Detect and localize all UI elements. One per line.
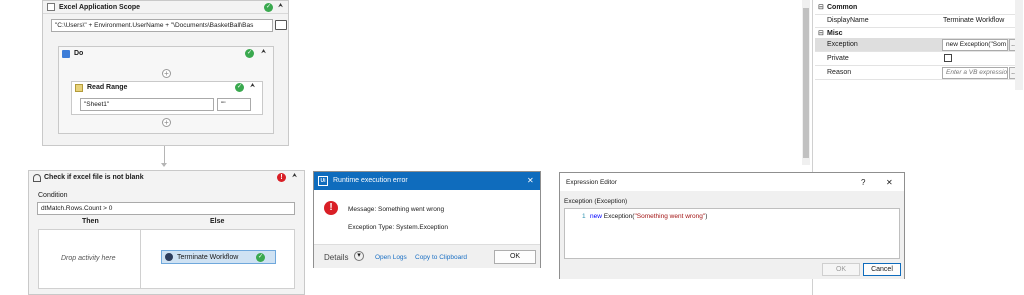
- read-range-icon: [75, 84, 83, 92]
- runtime-error-titlebar: Ui Runtime execution error ✕: [314, 172, 540, 190]
- expression-editor-titlebar: Expression Editor ? ✕: [560, 173, 904, 191]
- misc-collapse-icon[interactable]: ⊟: [818, 29, 824, 37]
- do-collapse-chevron-icon[interactable]: ⮝: [261, 49, 266, 56]
- code-class: Exception(: [601, 213, 635, 220]
- exception-section-label: Exception (Exception): [564, 198, 628, 205]
- expression-editor-body: Exception (Exception) 1 new Exception("S…: [560, 191, 904, 279]
- private-label: Private: [827, 55, 849, 62]
- error-icon: !: [277, 173, 286, 182]
- if-activity[interactable]: Check if excel file is not blank ! ⮝ Con…: [28, 170, 305, 295]
- workbook-path-field[interactable]: "C:\Users\" + Environment.UserName + "\D…: [51, 19, 273, 32]
- excel-application-scope[interactable]: Excel Application Scope ✓ ⮝ "C:\Users\" …: [42, 0, 289, 146]
- flow-connector-arrow: [161, 163, 167, 167]
- common-category-label: Common: [827, 4, 858, 11]
- condition-field[interactable]: dtMatch.Rows.Count > 0: [37, 202, 295, 215]
- folder-icon[interactable]: [275, 20, 287, 30]
- expression-editor-cancel-button[interactable]: Cancel: [863, 263, 901, 276]
- line-number: 1: [582, 213, 586, 220]
- canvas-scrollbar-thumb[interactable]: [803, 8, 809, 158]
- if-title: Check if excel file is not blank: [44, 174, 144, 181]
- code-line: new Exception("Something went wrong"): [590, 213, 707, 220]
- valid-check-icon: ✓: [264, 3, 273, 12]
- sequence-icon: [62, 50, 70, 58]
- code-editor[interactable]: 1 new Exception("Something went wrong"): [564, 208, 900, 259]
- expression-editor-close-icon[interactable]: ✕: [886, 178, 893, 187]
- read-range-collapse-chevron-icon[interactable]: ⮝: [250, 83, 255, 90]
- excel-scope-title: Excel Application Scope: [59, 4, 141, 11]
- exception-value-field[interactable]: new Exception("Som: [942, 39, 1008, 51]
- exception-row[interactable]: Exception new Exception("Som ...: [815, 38, 1023, 52]
- open-logs-link[interactable]: Open Logs: [375, 254, 407, 261]
- common-collapse-icon[interactable]: ⊟: [818, 3, 824, 11]
- displayname-label: DisplayName: [827, 17, 869, 24]
- reason-value-field[interactable]: Enter a VB expressio: [942, 67, 1008, 79]
- collapse-chevron-icon[interactable]: ⮝: [278, 3, 283, 10]
- condition-label: Condition: [38, 192, 68, 199]
- properties-scrollbar[interactable]: [1015, 0, 1023, 90]
- details-label[interactable]: Details: [324, 253, 348, 262]
- add-activity-plus-icon-2[interactable]: +: [162, 118, 171, 127]
- add-activity-plus-icon[interactable]: +: [162, 69, 171, 78]
- terminate-workflow-label: Terminate Workflow: [177, 254, 239, 261]
- code-tail: ): [705, 213, 708, 220]
- reason-label: Reason: [827, 69, 852, 76]
- help-icon[interactable]: ?: [861, 178, 865, 187]
- code-string: "Something went wrong": [634, 213, 706, 220]
- else-branch[interactable]: Terminate Workflow ✓: [140, 229, 295, 289]
- private-row[interactable]: Private: [815, 52, 1023, 66]
- drop-activity-hint: Drop activity here: [61, 255, 116, 262]
- code-keyword: new: [590, 213, 602, 220]
- runtime-error-dialog: Ui Runtime execution error ✕ ! Message: …: [313, 171, 541, 268]
- runtime-error-footer: Details ▾ Open Logs Copy to Clipboard OK: [314, 244, 540, 268]
- private-checkbox[interactable]: [944, 54, 952, 62]
- displayname-value[interactable]: Terminate Workflow: [943, 17, 1004, 24]
- canvas-scrollbar[interactable]: [802, 0, 810, 165]
- terminate-valid-check-icon: ✓: [256, 253, 265, 262]
- common-category-row[interactable]: ⊟ Common: [815, 1, 1023, 15]
- reason-row[interactable]: Reason Enter a VB expressio ...: [815, 66, 1023, 80]
- exception-type-text: Exception Type: System.Exception: [348, 224, 448, 231]
- read-range-title: Read Range: [87, 84, 128, 91]
- then-label: Then: [82, 218, 99, 225]
- read-range-activity[interactable]: Read Range ✓ ⮝ "Sheet1" "": [71, 81, 263, 115]
- misc-category-label: Misc: [827, 30, 843, 37]
- expression-editor-dialog: Expression Editor ? ✕ Exception (Excepti…: [559, 172, 905, 279]
- do-valid-check-icon: ✓: [245, 49, 254, 58]
- if-icon: [33, 174, 41, 182]
- displayname-row[interactable]: DisplayName Terminate Workflow: [815, 14, 1023, 28]
- do-sequence[interactable]: Do ✓ ⮝ + Read Range ✓ ⮝ "Sheet1" "" +: [58, 46, 274, 134]
- if-collapse-chevron-icon[interactable]: ⮝: [292, 173, 297, 180]
- exception-label: Exception: [827, 41, 858, 48]
- terminate-icon: [165, 253, 173, 261]
- collapse-icon[interactable]: [47, 3, 55, 11]
- do-title: Do: [74, 50, 84, 57]
- uipath-logo-icon: Ui: [318, 176, 328, 186]
- sheet-name-field[interactable]: "Sheet1": [80, 98, 214, 111]
- expression-editor-title: Expression Editor: [566, 179, 617, 186]
- expression-editor-ok-button[interactable]: OK: [822, 263, 860, 276]
- runtime-error-close-icon[interactable]: ✕: [527, 176, 534, 185]
- error-message-text: Message: Something went wrong: [348, 206, 445, 213]
- error-alert-icon: !: [324, 201, 338, 215]
- read-range-valid-check-icon: ✓: [235, 83, 244, 92]
- details-expand-icon[interactable]: ▾: [354, 251, 364, 261]
- else-label: Else: [210, 218, 225, 225]
- range-field[interactable]: "": [217, 98, 251, 111]
- copy-to-clipboard-link[interactable]: Copy to Clipboard: [415, 254, 467, 261]
- runtime-error-ok-button[interactable]: OK: [494, 250, 536, 264]
- terminate-workflow-activity[interactable]: Terminate Workflow ✓: [161, 250, 276, 264]
- runtime-error-title: Runtime execution error: [333, 177, 408, 184]
